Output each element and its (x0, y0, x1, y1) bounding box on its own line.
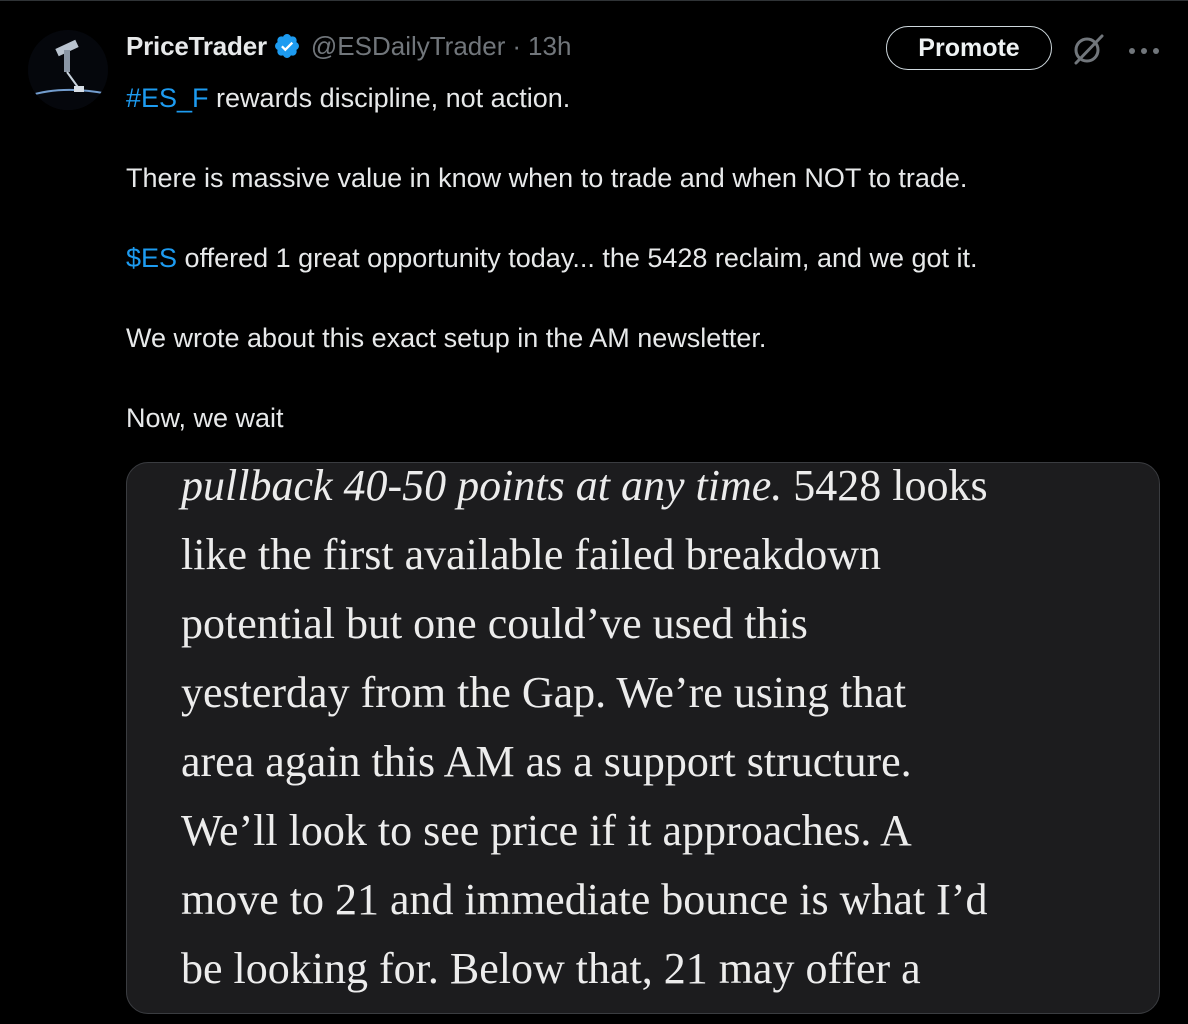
hashtag-link[interactable]: #ES_F (126, 83, 209, 113)
display-name[interactable]: PriceTrader (126, 31, 267, 62)
tweet-header: PriceTrader @ESDailyTrader · 13h (126, 28, 571, 64)
excerpt-italic: pullback 40-50 points at any time. (181, 462, 783, 510)
excerpt-line-6: We’ll look to see price if it approaches… (181, 806, 912, 855)
tweet-line-1-text: rewards discipline, not action. (208, 83, 571, 113)
excerpt-line-5: area again this AM as a support structur… (181, 737, 912, 786)
excerpt-line-4: yesterday from the Gap. We’re using that (181, 668, 907, 717)
tweet-timestamp[interactable]: 13h (528, 31, 571, 62)
tweet-line-1: #ES_F rewards discipline, not action. (126, 78, 1146, 118)
tweet-line-5: Now, we wait (126, 403, 284, 433)
promote-button[interactable]: Promote (886, 26, 1052, 70)
tweet-line-4: We wrote about this exact setup in the A… (126, 323, 767, 353)
verified-badge-icon[interactable] (273, 32, 301, 60)
tweet-body: #ES_F rewards discipline, not action. Th… (126, 78, 1146, 438)
top-divider (0, 0, 1188, 1)
author-handle[interactable]: @ESDailyTrader (311, 31, 505, 62)
tweet-line-3: $ES offered 1 great opportunity today...… (126, 238, 1146, 278)
header-separator: · (512, 30, 522, 61)
excerpt-line-3: potential but one could’ve used this (181, 599, 808, 648)
tweet-line-2: There is massive value in know when to t… (126, 163, 968, 193)
cashtag-link[interactable]: $ES (126, 243, 177, 273)
media-image[interactable]: pullback 40-50 points at any time. 5428 … (126, 462, 1160, 1014)
excerpt-line-1-text: 5428 looks (782, 462, 988, 510)
excerpt-line-8: be looking for. Below that, 21 may offer… (181, 944, 921, 993)
tweet-line-3-text: offered 1 great opportunity today... the… (177, 243, 978, 273)
more-options-icon[interactable] (1124, 44, 1164, 56)
avatar-image (28, 30, 108, 110)
newsletter-excerpt: pullback 40-50 points at any time. 5428 … (181, 462, 1151, 1003)
excerpt-line-7: move to 21 and immediate bounce is what … (181, 875, 988, 924)
grok-icon[interactable] (1070, 30, 1108, 68)
avatar[interactable] (28, 30, 108, 110)
excerpt-line-1: pullback 40-50 points at any time. 5428 … (181, 462, 1151, 520)
excerpt-line-2: like the first available failed breakdow… (181, 530, 882, 579)
